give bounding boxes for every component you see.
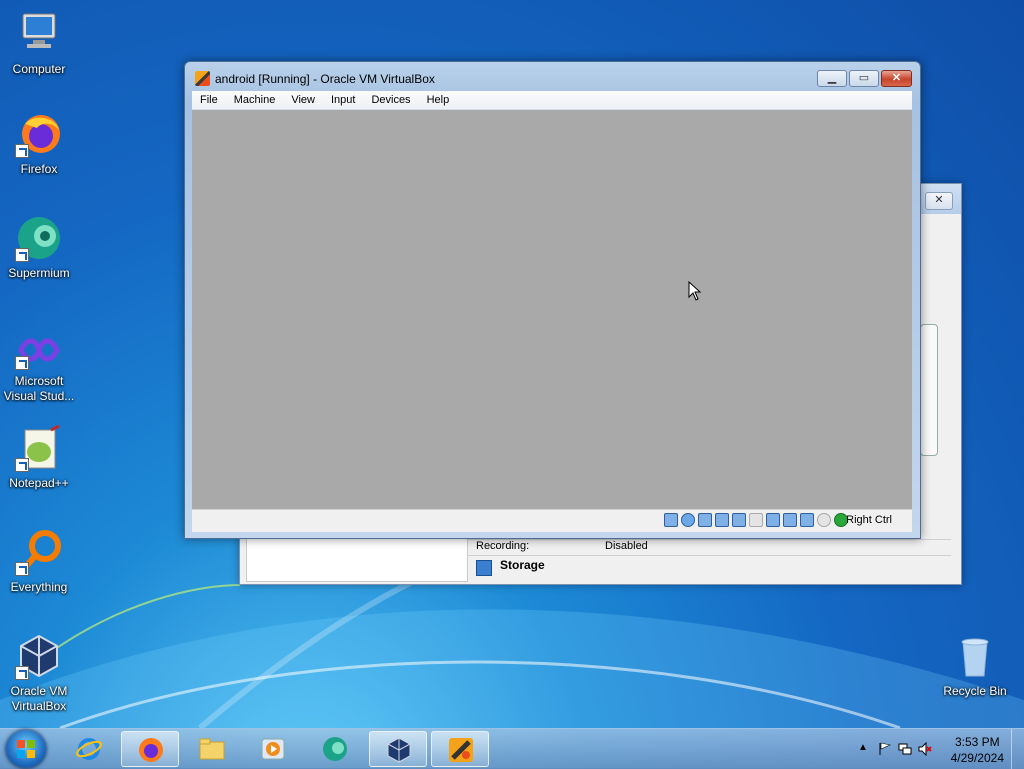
system-tray: ▲ 3:53 PM 4/29/2024: [834, 729, 1024, 769]
desktop-icon-virtualbox[interactable]: Oracle VM VirtualBox: [1, 632, 77, 714]
manager-details-panel: [920, 324, 938, 456]
action-center-flag-icon[interactable]: [878, 742, 892, 756]
hard-disk-icon[interactable]: [664, 513, 678, 527]
desktop-icon-label: Recycle Bin: [943, 684, 1007, 698]
recording-label: Recording:: [476, 540, 530, 552]
taskbar-supermium[interactable]: [306, 731, 364, 767]
network-icon[interactable]: [715, 513, 729, 527]
maximize-button[interactable]: ▭: [849, 70, 879, 87]
taskbar-internet-explorer[interactable]: [60, 731, 118, 767]
vm-display[interactable]: [192, 110, 912, 509]
virtualbox-vm-icon: [449, 738, 473, 762]
recording-icon[interactable]: [783, 513, 797, 527]
clock-time: 3:53 PM: [954, 735, 1000, 749]
desktop-icon-supermium[interactable]: Supermium: [1, 214, 77, 281]
menu-view[interactable]: View: [283, 91, 323, 109]
divider: [468, 555, 951, 556]
audio-icon[interactable]: [698, 513, 712, 527]
virtualbox-icon: [387, 737, 411, 763]
window-title: android [Running] - Oracle VM VirtualBox: [215, 72, 435, 86]
supermium-icon: [323, 737, 347, 761]
desktop-icon-label: Oracle VM VirtualBox: [10, 684, 68, 713]
mouse-cursor-icon: [688, 281, 702, 301]
host-key-label[interactable]: Right Ctrl: [846, 514, 892, 526]
shortcut-arrow-icon: [15, 666, 29, 680]
desktop-icon-visual-studio[interactable]: Microsoft Visual Stud...: [1, 330, 77, 404]
taskbar-firefox[interactable]: [121, 731, 179, 767]
maximize-icon: ▭: [858, 72, 870, 84]
manager-close-button[interactable]: ✕: [925, 192, 953, 210]
desktop-icon-label: Microsoft Visual Stud...: [3, 374, 75, 403]
firefox-icon: [139, 738, 163, 762]
display-icon[interactable]: [766, 513, 780, 527]
desktop-icon-everything[interactable]: Everything: [1, 528, 77, 595]
volume-muted-icon[interactable]: [918, 742, 932, 756]
folder-icon: [199, 738, 225, 760]
menu-help[interactable]: Help: [419, 91, 458, 109]
storage-section-title[interactable]: Storage: [500, 558, 545, 572]
shortcut-arrow-icon: [15, 458, 29, 472]
desktop-icon-recycle-bin[interactable]: Recycle Bin: [937, 632, 1013, 699]
show-hidden-icons-button[interactable]: ▲: [858, 742, 872, 756]
mouse-integration-icon[interactable]: [817, 513, 831, 527]
show-desktop-button[interactable]: [1011, 729, 1024, 769]
firefox-icon: [15, 110, 63, 158]
desktop-icon-firefox[interactable]: Firefox: [1, 110, 77, 177]
taskbar: ▲ 3:53 PM 4/29/2024: [0, 728, 1024, 769]
network-icon[interactable]: [898, 742, 912, 756]
clock-date: 4/29/2024: [950, 751, 1004, 765]
shortcut-arrow-icon: [15, 248, 29, 262]
visual-studio-icon: [15, 330, 63, 370]
recording-value: Disabled: [605, 540, 648, 552]
menu-devices[interactable]: Devices: [363, 91, 418, 109]
close-button[interactable]: ✕: [881, 70, 912, 87]
divider: [468, 539, 951, 540]
taskbar-virtualbox-manager[interactable]: [369, 731, 427, 767]
recycle-bin-icon: [951, 632, 999, 680]
close-icon: ✕: [891, 72, 902, 84]
notepadpp-icon: [15, 424, 63, 472]
desktop-icon-notepadpp[interactable]: Notepad++: [1, 424, 77, 491]
manager-vm-list[interactable]: [246, 534, 468, 582]
status-indicators: [664, 513, 848, 527]
optical-drive-icon[interactable]: [681, 513, 695, 527]
internet-explorer-icon: [76, 738, 102, 760]
desktop-icon-label: Computer: [12, 62, 66, 76]
taskbar-file-explorer[interactable]: [183, 731, 241, 767]
caption-buttons: ▁ ▭ ✕: [817, 70, 912, 87]
media-player-icon: [261, 738, 285, 760]
computer-icon: [15, 10, 63, 58]
desktop-icon-label: Notepad++: [9, 476, 69, 490]
shared-folders-icon[interactable]: [749, 513, 763, 527]
taskbar-virtualbox-vm[interactable]: [431, 731, 489, 767]
supermium-icon: [15, 214, 63, 262]
shortcut-arrow-icon: [15, 562, 29, 576]
taskbar-media-player[interactable]: [244, 731, 302, 767]
menu-bar: File Machine View Input Devices Help: [192, 91, 912, 110]
menu-machine[interactable]: Machine: [226, 91, 284, 109]
everything-search-icon: [15, 528, 63, 576]
menu-file[interactable]: File: [192, 91, 226, 109]
clock[interactable]: 3:53 PM 4/29/2024: [951, 734, 1004, 766]
desktop-icon-computer[interactable]: Computer: [1, 10, 77, 77]
minimize-button[interactable]: ▁: [817, 70, 847, 87]
desktop-icon-label: Everything: [10, 580, 68, 594]
virtualbox-vm-icon: [195, 71, 210, 86]
shortcut-arrow-icon: [15, 144, 29, 158]
close-icon: ✕: [934, 194, 944, 206]
shortcut-arrow-icon: [15, 356, 29, 370]
status-bar: Right Ctrl: [192, 509, 912, 532]
minimize-icon: ▁: [827, 72, 837, 84]
usb-icon[interactable]: [732, 513, 746, 527]
virtualbox-icon: [15, 632, 63, 680]
vm-window[interactable]: android [Running] - Oracle VM VirtualBox…: [184, 61, 921, 539]
desktop-icon-label: Firefox: [20, 162, 58, 176]
start-button[interactable]: [6, 730, 46, 768]
menu-input[interactable]: Input: [323, 91, 363, 109]
desktop-icon-label: Supermium: [8, 266, 70, 280]
cpu-icon[interactable]: [800, 513, 814, 527]
windows-logo-icon: [17, 740, 35, 758]
storage-icon: [476, 560, 492, 576]
